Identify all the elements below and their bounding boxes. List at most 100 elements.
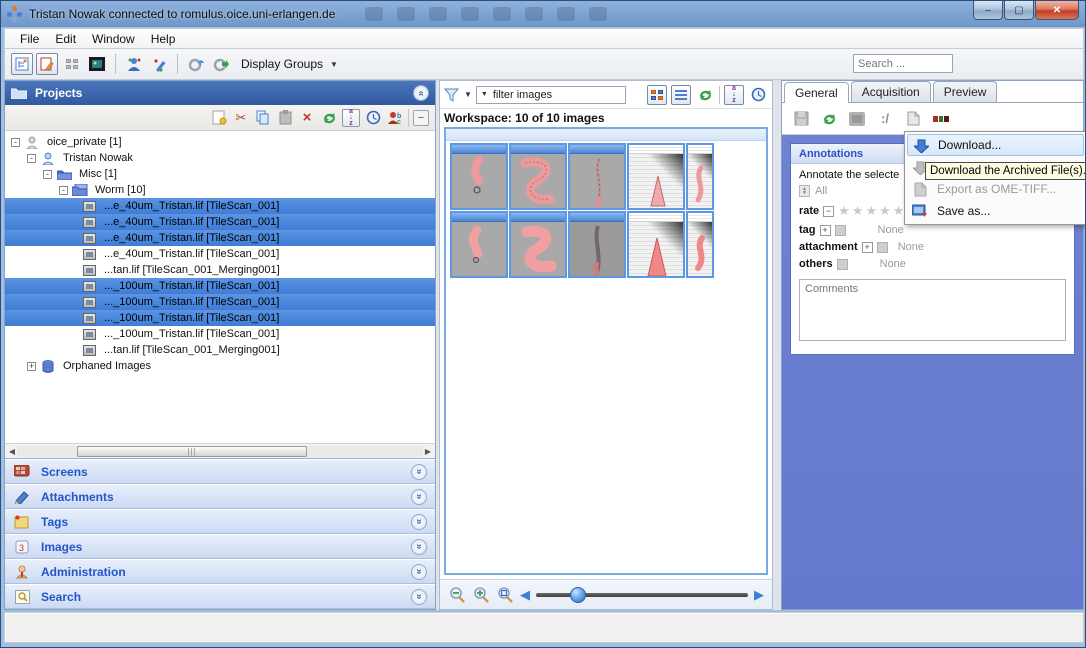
thumbnail[interactable]	[568, 211, 626, 278]
tree-node-image[interactable]: ...e_40um_Tristan.lif [TileScan_001]	[5, 214, 435, 230]
expander-icon[interactable]: -	[43, 170, 52, 179]
sort-alpha-icon[interactable]: a↓z	[724, 85, 744, 105]
expand-section-icon[interactable]: »	[411, 589, 427, 605]
close-button[interactable]: ✕	[1035, 1, 1079, 20]
filter-combobox[interactable]: ▼ filter images	[476, 86, 626, 104]
sort-by-date-icon[interactable]	[364, 109, 382, 127]
expand-section-icon[interactable]: »	[411, 514, 427, 530]
importer-button[interactable]	[185, 53, 207, 75]
accordion-images[interactable]: 3 Images »	[5, 534, 435, 559]
accordion-search[interactable]: Search »	[5, 584, 435, 609]
magnification-slider[interactable]	[536, 587, 748, 603]
add-attachment-icon[interactable]: +	[862, 242, 873, 253]
thumbnail-view-button-disabled[interactable]	[61, 53, 83, 75]
expand-section-icon[interactable]: »	[411, 564, 427, 580]
expand-section-icon[interactable]: »	[411, 489, 427, 505]
tree-horizontal-scrollbar[interactable]: ◀ ||| ▶	[5, 443, 435, 458]
accordion-administration[interactable]: Administration »	[5, 559, 435, 584]
display-groups-label[interactable]: Display Groups	[241, 57, 323, 71]
user-groups-button[interactable]	[123, 53, 145, 75]
slider-right-arrow-icon[interactable]: ▶	[754, 587, 764, 603]
rating-stars[interactable]: ★★★★★	[838, 203, 906, 219]
tree-node-image[interactable]: ..._100um_Tristan.lif [TileScan_001]	[5, 294, 435, 310]
display-groups-caret-icon[interactable]: ▼	[330, 60, 338, 69]
image-viewer-button[interactable]	[86, 53, 108, 75]
slider-thumb[interactable]	[570, 587, 586, 603]
thumbnail[interactable]	[686, 211, 714, 278]
export-document-icon[interactable]	[904, 110, 922, 128]
expander-icon[interactable]: -	[11, 138, 20, 147]
accordion-tags[interactable]: Tags »	[5, 509, 435, 534]
menu-item-export-ome-tiff[interactable]: Export as OME-TIFF...	[907, 178, 1084, 200]
comments-input[interactable]	[799, 279, 1066, 341]
tree-node-image[interactable]: ..._100um_Tristan.lif [TileScan_001]	[5, 326, 435, 342]
filter-funnel-icon[interactable]	[444, 88, 460, 102]
minimize-button[interactable]: –	[973, 1, 1003, 20]
thumbnail[interactable]	[627, 143, 685, 210]
menu-item-download[interactable]: Download...	[907, 134, 1084, 156]
filter-caret-icon[interactable]: ▼	[464, 90, 472, 99]
channels-icon[interactable]	[932, 110, 950, 128]
remove-tag-icon[interactable]: −	[835, 225, 846, 236]
tree-node-image[interactable]: ...e_40um_Tristan.lif [TileScan_001]	[5, 230, 435, 246]
tree-node-project[interactable]: - Misc [1]	[5, 166, 435, 182]
copy-icon[interactable]	[254, 109, 272, 127]
search-input[interactable]	[853, 54, 953, 73]
thumbnail-view-icon[interactable]	[647, 85, 667, 105]
thumbnail[interactable]	[627, 211, 685, 278]
tree-node-group[interactable]: - oice_private [1]	[5, 134, 435, 150]
thumbnail[interactable]	[509, 211, 567, 278]
list-view-icon[interactable]	[671, 85, 691, 105]
menu-window[interactable]: Window	[85, 30, 142, 48]
title-bar[interactable]: Tristan Nowak connected to romulus.oice.…	[1, 1, 1085, 27]
menu-help[interactable]: Help	[144, 30, 183, 48]
zoom-in-icon[interactable]	[472, 586, 490, 604]
refresh-metadata-icon[interactable]	[820, 110, 838, 128]
tree-node-dataset[interactable]: - Worm [10]	[5, 182, 435, 198]
cut-icon[interactable]: ✂	[232, 109, 250, 127]
expander-icon[interactable]: -	[59, 186, 68, 195]
accordion-screens[interactable]: Screens »	[5, 459, 435, 484]
maximize-button[interactable]: ▢	[1004, 1, 1034, 20]
expand-section-icon[interactable]: »	[411, 464, 427, 480]
refresh-thumbnails-icon[interactable]	[695, 85, 715, 105]
tree-node-image[interactable]: ...e_40um_Tristan.lif [TileScan_001]	[5, 246, 435, 262]
thumbnail[interactable]	[568, 143, 626, 210]
tree-node-orphaned[interactable]: + Orphaned Images	[5, 358, 435, 374]
zoom-fit-icon[interactable]	[496, 586, 514, 604]
slider-left-arrow-icon[interactable]: ◀	[520, 587, 530, 603]
refresh-icon[interactable]	[320, 109, 338, 127]
thumbnail[interactable]	[686, 143, 714, 210]
image-placeholder-icon[interactable]	[848, 110, 866, 128]
tree-node-image[interactable]: ..._100um_Tristan.lif [TileScan_001]	[5, 310, 435, 326]
metadata-view-button[interactable]	[36, 53, 58, 75]
tree-node-user[interactable]: - Tristan Nowak	[5, 150, 435, 166]
tab-acquisition[interactable]: Acquisition	[851, 81, 931, 102]
collapse-panel-button[interactable]: »	[413, 85, 429, 101]
menu-item-save-as[interactable]: Save as...	[907, 200, 1084, 222]
sort-alpha-icon[interactable]: a↓z	[342, 109, 360, 127]
expander-icon[interactable]: -	[27, 154, 36, 163]
add-tag-icon[interactable]: +	[820, 225, 831, 236]
zoom-out-icon[interactable]	[448, 586, 466, 604]
projects-header[interactable]: Projects »	[5, 81, 435, 105]
tree-node-image[interactable]: ...tan.lif [TileScan_001_Merging001]	[5, 342, 435, 358]
sort-by-date-icon[interactable]	[748, 85, 768, 105]
expand-section-icon[interactable]: »	[411, 539, 427, 555]
new-container-icon[interactable]	[210, 109, 228, 127]
remove-attachment-icon[interactable]: −	[877, 242, 888, 253]
thumbnail[interactable]	[509, 143, 567, 210]
save-icon[interactable]	[792, 110, 810, 128]
accordion-attachments[interactable]: Attachments »	[5, 484, 435, 509]
launch-app-button[interactable]	[210, 53, 232, 75]
tree-node-image[interactable]: ..._100um_Tristan.lif [TileScan_001]	[5, 278, 435, 294]
scrollbar-thumb[interactable]: |||	[77, 446, 307, 457]
scope-spinner[interactable]: ▲▼	[799, 185, 810, 197]
rate-collapse-icon[interactable]: −	[823, 206, 834, 217]
tree-view-toggle-button[interactable]	[11, 53, 33, 75]
expander-icon[interactable]: +	[27, 362, 36, 371]
collapse-all-button[interactable]: −	[413, 110, 429, 126]
scroll-right-icon[interactable]: ▶	[423, 447, 433, 456]
thumbnail[interactable]	[450, 211, 508, 278]
delete-icon[interactable]: ×	[298, 109, 316, 127]
